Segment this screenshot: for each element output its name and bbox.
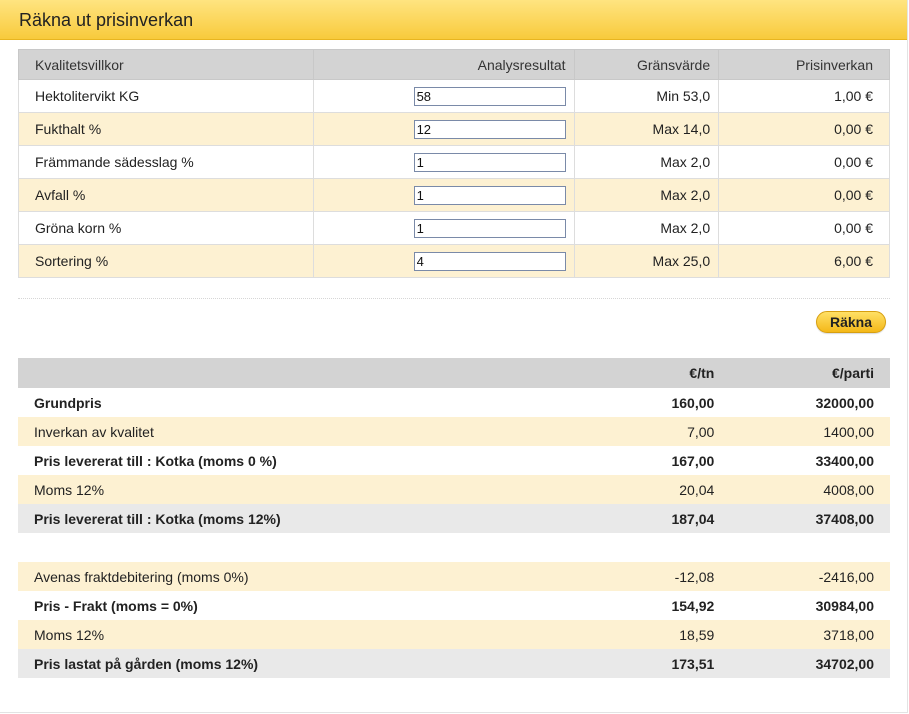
table-row: Grundpris 160,00 32000,00 — [18, 388, 890, 417]
row-per-ton: -12,08 — [583, 562, 715, 591]
row-limit: Max 2,0 — [573, 178, 720, 212]
row-per-ton: 187,04 — [583, 504, 715, 533]
row-per-lot: -2416,00 — [714, 562, 890, 591]
row-limit: Max 14,0 — [573, 112, 720, 146]
row-impact: 6,00 € — [718, 244, 890, 278]
row-limit: Max 25,0 — [573, 244, 720, 278]
row-per-lot: 33400,00 — [815, 452, 874, 469]
quality-table-header: Kvalitetsvillkor Analysresultat Gränsvär… — [18, 49, 890, 80]
table-row: Sortering % Max 25,0 6,00 € — [18, 244, 890, 278]
column-header-description — [18, 358, 584, 388]
spacer-cell — [583, 533, 715, 562]
table-row: Gröna korn % Max 2,0 0,00 € — [18, 211, 890, 245]
row-per-ton: 18,59 — [583, 620, 715, 649]
table-row: Avenas fraktdebitering (moms 0%) -12,08 … — [18, 562, 890, 591]
table-row: Pris levererat till : Kotka (moms 12%) 1… — [18, 504, 890, 533]
row-per-ton: 160,00 — [671, 394, 715, 411]
row-per-ton: 7,00 — [583, 417, 715, 446]
row-input-cell — [312, 244, 575, 278]
table-row: Pris levererat till : Kotka (moms 0 %) 1… — [18, 446, 890, 475]
row-impact: 0,00 € — [718, 112, 890, 146]
row-label: Pris levererat till : Kotka (moms 12%) — [18, 504, 584, 533]
price-table: €/tn €/parti Grundpris 160,00 32000,00 I… — [18, 358, 890, 678]
table-row: Moms 12% 18,59 3718,00 — [18, 620, 890, 649]
column-header-per-lot: €/parti — [714, 358, 890, 388]
row-label: Avenas fraktdebitering (moms 0%) — [18, 562, 584, 591]
row-per-ton: 154,92 — [671, 597, 715, 614]
table-row: Inverkan av kvalitet 7,00 1400,00 — [18, 417, 890, 446]
row-label: Pris lastat på gården (moms 12%) — [18, 649, 584, 678]
quality-table: Kvalitetsvillkor Analysresultat Gränsvär… — [18, 49, 890, 278]
page-header: Räkna ut prisinverkan — [0, 0, 907, 40]
spacer-row — [18, 533, 890, 562]
analysis-result-input[interactable] — [413, 185, 566, 205]
row-label: Gröna korn % — [18, 211, 314, 245]
row-limit: Max 2,0 — [573, 211, 720, 245]
row-input-cell — [312, 211, 575, 245]
analysis-result-input[interactable] — [413, 86, 566, 106]
row-label: Avfall % — [18, 178, 314, 212]
row-per-lot: 1400,00 — [714, 417, 890, 446]
row-impact: 0,00 € — [718, 178, 890, 212]
table-row: Pris - Frakt (moms = 0%) 154,92 30984,00 — [18, 591, 890, 620]
table-row: Hektolitervikt KG Min 53,0 1,00 € — [18, 79, 890, 113]
analysis-result-input[interactable] — [413, 218, 566, 238]
row-per-lot: 3718,00 — [714, 620, 890, 649]
row-impact: 1,00 € — [718, 79, 890, 113]
analysis-result-input[interactable] — [413, 152, 566, 172]
row-impact: 0,00 € — [718, 211, 890, 245]
row-per-lot: 32000,00 — [815, 394, 874, 411]
row-per-lot: 4008,00 — [714, 475, 890, 504]
column-header-quality-condition: Kvalitetsvillkor — [18, 49, 314, 80]
spacer-cell — [714, 533, 890, 562]
row-limit: Max 2,0 — [573, 145, 720, 179]
row-label: Pris - Frakt (moms = 0%) — [34, 597, 198, 614]
row-label: Inverkan av kvalitet — [18, 417, 584, 446]
row-label: Pris levererat till : Kotka (moms 0 %) — [34, 452, 277, 469]
column-header-per-ton: €/tn — [583, 358, 715, 388]
row-label: Fukthalt % — [18, 112, 314, 146]
row-input-cell — [312, 79, 575, 113]
row-per-lot: 30984,00 — [815, 597, 874, 614]
page-title: Räkna ut prisinverkan — [19, 10, 194, 30]
column-header-limit: Gränsvärde — [573, 49, 720, 80]
row-label: Hektolitervikt KG — [18, 79, 314, 113]
price-table-header: €/tn €/parti — [18, 358, 890, 388]
column-header-price-impact: Prisinverkan — [718, 49, 890, 80]
row-per-ton: 20,04 — [583, 475, 715, 504]
row-input-cell — [312, 112, 575, 146]
row-label: Moms 12% — [18, 475, 584, 504]
analysis-result-input[interactable] — [413, 251, 566, 271]
row-label: Grundpris — [34, 394, 102, 411]
row-per-lot: 37408,00 — [714, 504, 890, 533]
table-row: Främmande sädesslag % Max 2,0 0,00 € — [18, 145, 890, 179]
section-divider — [18, 298, 890, 299]
calculate-button[interactable]: Räkna — [816, 311, 886, 333]
row-label: Främmande sädesslag % — [18, 145, 314, 179]
row-per-ton: 167,00 — [671, 452, 715, 469]
spacer-cell — [18, 533, 584, 562]
row-label: Moms 12% — [18, 620, 584, 649]
analysis-result-input[interactable] — [413, 119, 566, 139]
row-label: Sortering % — [18, 244, 314, 278]
table-row: Fukthalt % Max 14,0 0,00 € — [18, 112, 890, 146]
table-row: Moms 12% 20,04 4008,00 — [18, 475, 890, 504]
row-limit: Min 53,0 — [573, 79, 720, 113]
table-row: Pris lastat på gården (moms 12%) 173,51 … — [18, 649, 890, 678]
row-input-cell — [312, 145, 575, 179]
row-per-lot: 34702,00 — [714, 649, 890, 678]
row-per-ton: 173,51 — [583, 649, 715, 678]
column-header-analysis-result: Analysresultat — [312, 49, 575, 80]
table-row: Avfall % Max 2,0 0,00 € — [18, 178, 890, 212]
row-impact: 0,00 € — [718, 145, 890, 179]
row-input-cell — [312, 178, 575, 212]
